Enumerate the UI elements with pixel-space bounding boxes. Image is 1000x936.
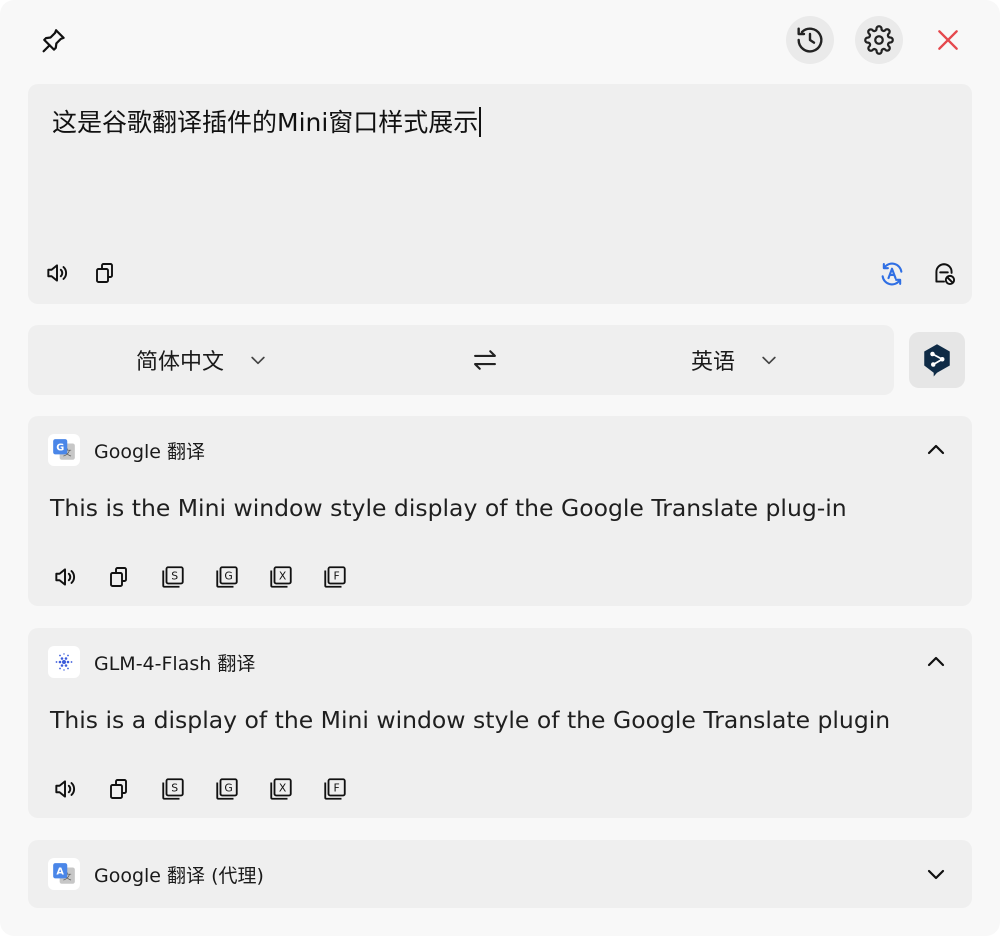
source-text-value: 这是谷歌翻译插件的Mini窗口样式展示: [52, 108, 479, 137]
pin-icon: [42, 29, 65, 53]
deepl-icon: [924, 344, 950, 377]
language-selector-bar: 简体中文 英语: [28, 325, 894, 395]
target-language-select[interactable]: 英语: [691, 325, 779, 395]
mini-window: 这是谷歌翻译插件的Mini窗口样式展示 简体中文 英语 文 G Google 翻…: [0, 0, 1000, 936]
copy-f-button[interactable]: F: [320, 562, 350, 592]
card-header[interactable]: 文 A Google 翻译 (代理): [48, 858, 264, 890]
copy-x-button[interactable]: X: [266, 562, 296, 592]
auto-language-icon: [881, 262, 903, 286]
result-card-google: 文 G Google 翻译 This is the Mini window st…: [28, 416, 972, 606]
svg-text:F: F: [334, 782, 340, 795]
service-name: GLM-4-Flash 翻译: [94, 652, 256, 675]
copy-letter-f-icon: F: [324, 778, 346, 800]
result-actions: S G X F: [50, 774, 374, 804]
copy-icon: [110, 779, 127, 799]
copy-letter-s-icon: S: [162, 778, 184, 800]
copy-letter-f-icon: F: [324, 566, 346, 588]
copy-letter-g-icon: G: [216, 566, 238, 588]
result-card-glm: GLM-4-Flash 翻译 This is a display of the …: [28, 628, 972, 818]
svg-text:X: X: [279, 782, 287, 795]
copy-letter-x-icon: X: [270, 778, 292, 800]
service-name: Google 翻译 (代理): [94, 864, 264, 887]
svg-text:G: G: [56, 443, 64, 454]
swap-languages-button[interactable]: [468, 343, 502, 377]
svg-text:S: S: [171, 782, 178, 795]
swap-icon: [474, 350, 496, 370]
result-actions: S G X F: [50, 562, 374, 592]
auto-detect-button[interactable]: [876, 258, 908, 290]
card-header[interactable]: 文 G Google 翻译: [48, 434, 205, 466]
translation-result: This is the Mini window style display of…: [50, 494, 847, 522]
chevron-up-icon: [927, 444, 945, 455]
source-language-label: 简体中文: [136, 350, 225, 375]
clear-history-button[interactable]: [928, 258, 960, 290]
glm-logo: [48, 646, 80, 678]
source-input-panel[interactable]: 这是谷歌翻译插件的Mini窗口样式展示: [28, 84, 972, 304]
copy-button[interactable]: [104, 562, 134, 592]
svg-text:G: G: [224, 570, 232, 583]
speaker-icon: [55, 568, 76, 586]
copy-x-button[interactable]: X: [266, 774, 296, 804]
history-button[interactable]: [786, 16, 834, 64]
speak-button[interactable]: [50, 774, 80, 804]
copy-icon: [96, 263, 113, 283]
source-text[interactable]: 这是谷歌翻译插件的Mini窗口样式展示: [52, 104, 481, 142]
chevron-down-icon: [762, 356, 776, 365]
collapse-button[interactable]: [922, 436, 950, 464]
settings-button[interactable]: [855, 16, 903, 64]
svg-text:F: F: [334, 570, 340, 583]
close-button[interactable]: [930, 22, 966, 58]
pin-button[interactable]: [36, 24, 70, 58]
svg-text:S: S: [171, 570, 178, 583]
copy-icon: [110, 567, 127, 587]
service-name: Google 翻译: [94, 440, 206, 463]
card-header[interactable]: GLM-4-Flash 翻译: [48, 646, 255, 678]
svg-text:G: G: [224, 782, 232, 795]
source-speak-button[interactable]: [42, 258, 72, 288]
copy-f-button[interactable]: F: [320, 774, 350, 804]
translation-result: This is a display of the Mini window sty…: [50, 706, 891, 734]
collapse-button[interactable]: [922, 648, 950, 676]
result-card-google-proxy[interactable]: 文 A Google 翻译 (代理): [28, 840, 972, 908]
chevron-up-icon: [927, 656, 945, 667]
expand-button[interactable]: [922, 860, 950, 888]
copy-letter-g-icon: G: [216, 778, 238, 800]
svg-text:A: A: [56, 867, 64, 878]
copy-g-button[interactable]: G: [212, 562, 242, 592]
copy-button[interactable]: [104, 774, 134, 804]
copy-letter-x-icon: X: [270, 566, 292, 588]
google-translate-logo: 文 A: [48, 858, 80, 890]
copy-s-button[interactable]: S: [158, 774, 188, 804]
speak-button[interactable]: [50, 562, 80, 592]
google-translate-icon: 文 A: [53, 863, 75, 884]
target-language-label: 英语: [691, 350, 736, 375]
source-copy-button[interactable]: [90, 258, 120, 288]
svg-text:X: X: [279, 570, 287, 583]
close-icon: [938, 30, 958, 50]
deepl-engine-button[interactable]: [909, 332, 965, 388]
text-caret: [479, 107, 481, 137]
google-translate-icon: 文 G: [53, 439, 75, 460]
speaker-icon: [55, 780, 76, 798]
speaker-icon: [47, 264, 68, 282]
glm-icon: [55, 653, 73, 671]
history-icon: [797, 27, 823, 53]
copy-letter-s-icon: S: [162, 566, 184, 588]
copy-s-button[interactable]: S: [158, 562, 188, 592]
google-translate-logo: 文 G: [48, 434, 80, 466]
incognito-icon: [935, 263, 956, 286]
chevron-down-icon: [251, 356, 265, 365]
chevron-down-icon: [927, 869, 945, 880]
copy-g-button[interactable]: G: [212, 774, 242, 804]
source-language-select[interactable]: 简体中文: [136, 325, 268, 395]
gear-icon: [864, 25, 894, 55]
